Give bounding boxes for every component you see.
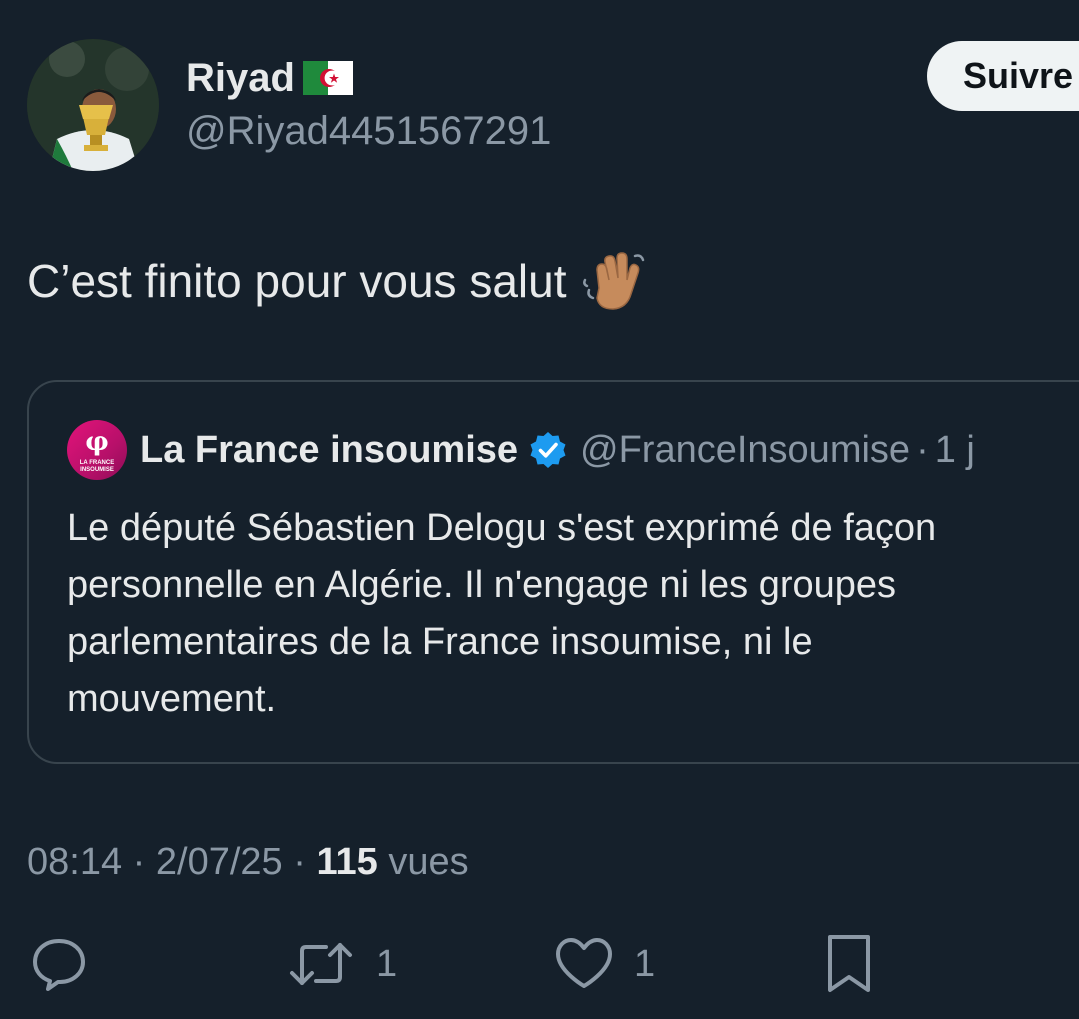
author-handle[interactable]: @Riyad4451567291 [186, 107, 551, 155]
bookmark-icon [828, 935, 870, 992]
like-count: 1 [634, 942, 656, 985]
quote-author-avatar[interactable]: φ LA FRANCE INSOUMISE [67, 420, 127, 480]
meta-separator-1: · [122, 841, 156, 883]
avatar-photo-icon [27, 39, 159, 171]
retweet-button[interactable]: 1 [286, 932, 397, 996]
quote-author-handle[interactable]: @FranceInsoumise [580, 429, 910, 472]
quote-separator: · [916, 428, 929, 471]
like-button[interactable]: 1 [554, 932, 655, 996]
quoted-tweet-card[interactable]: φ LA FRANCE INSOUMISE La France insoumis… [27, 380, 1079, 764]
tweet-meta: 08:14 · 2/07/25 · 115 vues [27, 838, 469, 886]
tweet-time[interactable]: 08:14 [27, 841, 122, 883]
tweet-text-content: C’est finito pour vous salut [27, 255, 567, 307]
tweet-detail-screen: Riyad @Riyad4451567291 Suivre C’est fini… [0, 0, 1079, 1019]
author-avatar[interactable] [27, 39, 159, 171]
heart-icon [556, 938, 612, 988]
author-name-row[interactable]: Riyad [186, 52, 353, 104]
waving-hand-icon [582, 252, 644, 310]
tweet-text: C’est finito pour vous salut [27, 250, 647, 312]
logo-text-2: INSOUMISE [80, 467, 114, 473]
france-insoumise-logo-icon: φ LA FRANCE INSOUMISE [80, 427, 114, 473]
bookmark-button[interactable] [824, 932, 874, 996]
reply-icon [33, 939, 85, 991]
quote-header: La France insoumise @FranceInsoumise · 1… [140, 426, 975, 474]
follow-button[interactable]: Suivre [927, 41, 1079, 111]
algeria-flag-icon [302, 61, 353, 95]
quote-body-text: Le député Sébastien Delogu s'est exprimé… [67, 507, 937, 720]
quote-author-name[interactable]: La France insoumise [140, 429, 518, 472]
author-display-name[interactable]: Riyad [186, 54, 295, 102]
views-count: 115 [316, 841, 378, 883]
quote-timestamp[interactable]: 1 j [935, 429, 975, 472]
verified-badge-icon [530, 432, 566, 468]
logo-text-1: LA FRANCE [80, 460, 114, 466]
retweet-icon [290, 943, 352, 985]
views-label: vues [377, 841, 469, 883]
tweet-date[interactable]: 2/07/25 [156, 841, 283, 883]
reply-button[interactable] [30, 932, 108, 996]
retweet-count: 1 [376, 942, 398, 985]
meta-separator-2: · [282, 841, 317, 883]
svg-text:φ: φ [85, 427, 109, 457]
